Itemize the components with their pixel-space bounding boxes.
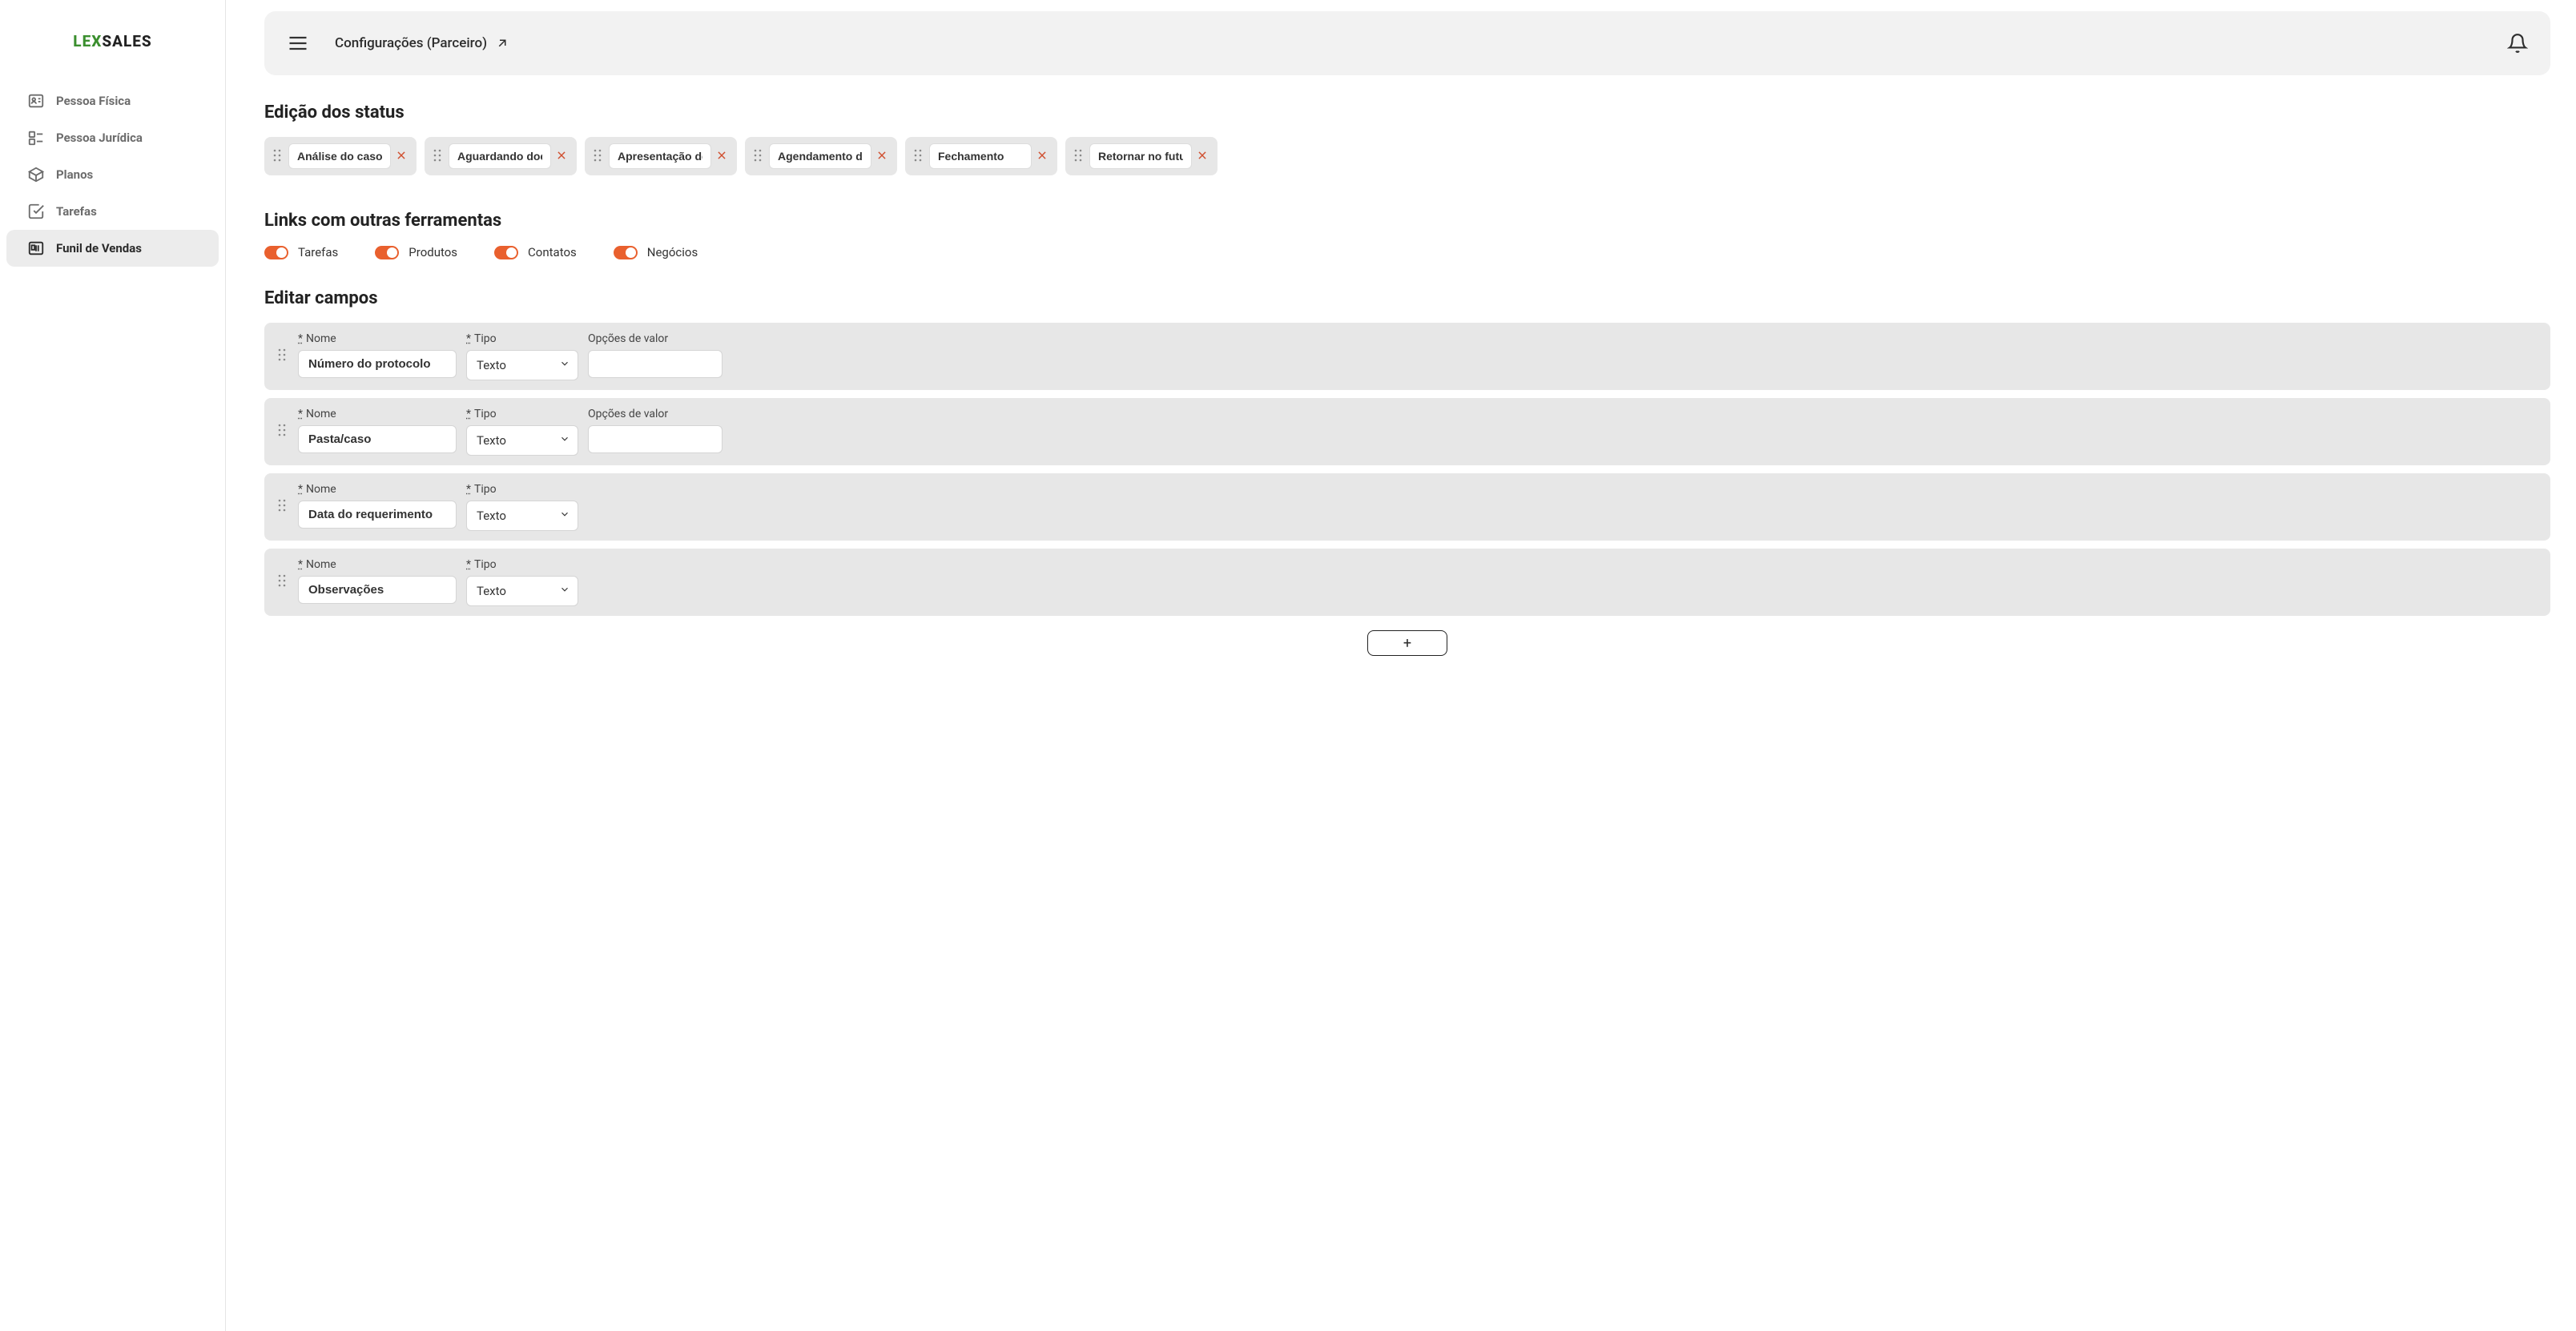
field-type-select[interactable]: Texto	[466, 501, 578, 531]
field-options-input[interactable]	[588, 425, 722, 453]
status-pill	[905, 137, 1057, 175]
field-row: *Nome *Tipo Texto	[264, 473, 2550, 541]
field-name-input[interactable]	[298, 425, 457, 453]
field-name-input[interactable]	[298, 576, 457, 604]
sidebar-item-funil-de-vendas[interactable]: Funil de Vendas	[6, 230, 219, 267]
close-icon[interactable]	[556, 150, 569, 163]
toggle-row: Tarefas Produtos Contatos Negócios	[264, 245, 2550, 259]
field-options-input[interactable]	[588, 350, 722, 378]
toggle-group-contatos: Contatos	[494, 245, 577, 259]
toggle-label: Negócios	[647, 245, 698, 259]
check-square-icon	[27, 203, 45, 220]
box-icon	[27, 166, 45, 183]
status-pill	[264, 137, 417, 175]
drag-handle-icon[interactable]	[913, 149, 924, 163]
status-name-input[interactable]	[1089, 143, 1192, 169]
toggle-group-negócios: Negócios	[614, 245, 698, 259]
field-row: *Nome *Tipo Texto Opções de valor	[264, 323, 2550, 390]
nav-list: Pessoa Física Pessoa Jurídica Planos Tarefa…	[0, 82, 225, 267]
field-type-label: *Tipo	[466, 332, 578, 345]
status-name-input[interactable]	[929, 143, 1032, 169]
status-name-input[interactable]	[449, 143, 551, 169]
external-link-icon[interactable]	[495, 36, 509, 50]
field-name-label: *Nome	[298, 332, 457, 345]
drag-handle-icon[interactable]	[277, 348, 288, 363]
field-rows: *Nome *Tipo Texto Opções de valor *Nome *Tipo…	[264, 323, 2550, 616]
field-name-input[interactable]	[298, 350, 457, 378]
field-name-input[interactable]	[298, 501, 457, 529]
logo-sales: SALES	[102, 32, 151, 50]
status-pill	[585, 137, 737, 175]
company-icon	[27, 129, 45, 147]
field-type-label: *Tipo	[466, 558, 578, 571]
field-type-label: *Tipo	[466, 408, 578, 420]
field-row: *Nome *Tipo Texto	[264, 549, 2550, 616]
sidebar-item-tarefas[interactable]: Tarefas	[6, 193, 219, 230]
status-pill	[425, 137, 577, 175]
close-icon[interactable]	[396, 150, 409, 163]
status-name-input[interactable]	[769, 143, 871, 169]
add-field-button[interactable]: +	[1367, 630, 1447, 656]
toggle-switch[interactable]	[264, 246, 288, 259]
topbar: Configurações (Parceiro)	[264, 11, 2550, 75]
logo: LEXSALES	[0, 24, 225, 82]
drag-handle-icon[interactable]	[272, 149, 284, 163]
field-type-select[interactable]: Texto	[466, 350, 578, 380]
sidebar-item-label: Planos	[56, 167, 93, 182]
drag-handle-icon[interactable]	[277, 574, 288, 589]
page-title: Configurações (Parceiro)	[335, 35, 487, 51]
sidebar-item-pessoa-física[interactable]: Pessoa Física	[6, 82, 219, 119]
drag-handle-icon[interactable]	[593, 149, 604, 163]
sidebar-item-label: Tarefas	[56, 204, 97, 219]
sidebar: LEXSALES Pessoa Física Pessoa Jurídica Pla…	[0, 0, 226, 1331]
funnel-icon	[27, 239, 45, 257]
field-name-label: *Nome	[298, 408, 457, 420]
status-name-input[interactable]	[609, 143, 711, 169]
field-options-label: Opções de valor	[588, 408, 722, 420]
drag-handle-icon[interactable]	[277, 424, 288, 438]
sidebar-item-label: Pessoa Jurídica	[56, 131, 143, 145]
section-title-fields: Editar campos	[264, 288, 2550, 308]
field-name-label: *Nome	[298, 558, 457, 571]
status-pill	[745, 137, 897, 175]
drag-handle-icon[interactable]	[277, 499, 288, 513]
field-name-label: *Nome	[298, 483, 457, 496]
section-title-links: Links com outras ferramentas	[264, 211, 2550, 231]
field-row: *Nome *Tipo Texto Opções de valor	[264, 398, 2550, 465]
user-card-icon	[27, 92, 45, 110]
drag-handle-icon[interactable]	[753, 149, 764, 163]
sidebar-item-pessoa-jurídica[interactable]: Pessoa Jurídica	[6, 119, 219, 156]
toggle-switch[interactable]	[614, 246, 638, 259]
toggle-switch[interactable]	[375, 246, 399, 259]
sidebar-item-label: Funil de Vendas	[56, 241, 142, 255]
close-icon[interactable]	[1036, 150, 1049, 163]
toggle-label: Contatos	[528, 245, 577, 259]
close-icon[interactable]	[1197, 150, 1210, 163]
main-content: Configurações (Parceiro) Edição dos stat…	[226, 0, 2576, 1331]
bell-icon[interactable]	[2507, 33, 2528, 54]
field-type-select[interactable]: Texto	[466, 576, 578, 606]
close-icon[interactable]	[876, 150, 889, 163]
status-row	[264, 137, 2550, 175]
drag-handle-icon[interactable]	[1073, 149, 1085, 163]
field-type-select[interactable]: Texto	[466, 425, 578, 456]
sidebar-item-planos[interactable]: Planos	[6, 156, 219, 193]
logo-lex: LEX	[73, 32, 102, 50]
toggle-group-tarefas: Tarefas	[264, 245, 338, 259]
close-icon[interactable]	[716, 150, 729, 163]
field-options-label: Opções de valor	[588, 332, 722, 345]
drag-handle-icon[interactable]	[433, 149, 444, 163]
status-name-input[interactable]	[288, 143, 391, 169]
status-pill	[1065, 137, 1218, 175]
toggle-group-produtos: Produtos	[375, 245, 457, 259]
sidebar-item-label: Pessoa Física	[56, 94, 131, 108]
field-type-label: *Tipo	[466, 483, 578, 496]
toggle-switch[interactable]	[494, 246, 518, 259]
section-title-status: Edição dos status	[264, 103, 2550, 123]
toggle-label: Tarefas	[298, 245, 338, 259]
menu-icon[interactable]	[287, 32, 309, 54]
toggle-label: Produtos	[409, 245, 457, 259]
